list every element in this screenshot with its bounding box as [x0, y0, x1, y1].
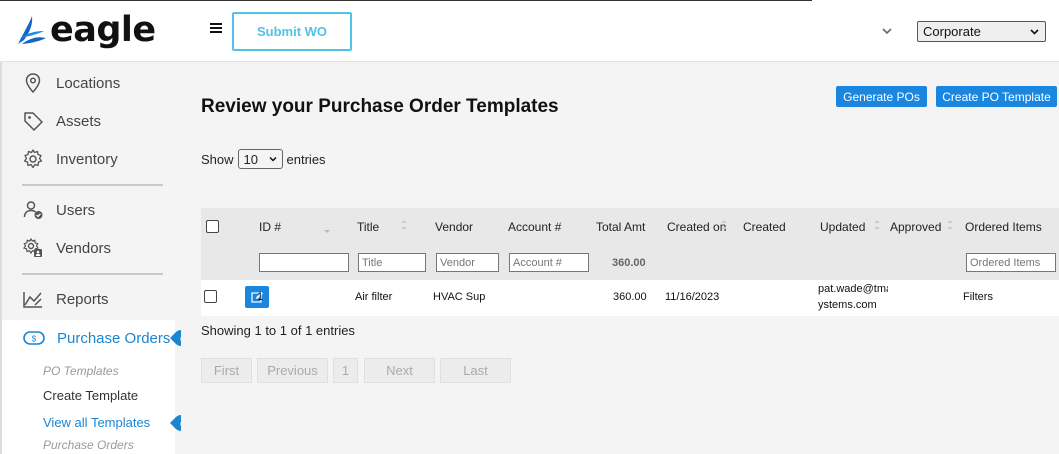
column-header-approved[interactable]: Approved [890, 220, 941, 234]
submenu-view-all-templates[interactable]: View all Templates [43, 415, 150, 430]
cell-title: Air filter [355, 291, 393, 303]
title-filter-input[interactable] [358, 253, 426, 272]
user-check-icon [23, 201, 43, 219]
column-header-account[interactable]: Account # [508, 220, 561, 234]
row-checkbox[interactable] [204, 290, 217, 303]
submenu-category-po-templates: PO Templates [43, 364, 119, 378]
sidebar-item-label: Locations [56, 74, 121, 92]
column-header-vendor[interactable]: Vendor [435, 220, 473, 234]
sidebar-item-label: Purchase Orders [57, 329, 171, 347]
sidebar-item-label: Assets [56, 112, 102, 130]
sidebar: Locations Assets Inventory Users Vendors… [0, 62, 190, 454]
total-amt-filter-value: 360.00 [612, 257, 646, 269]
column-header-updated[interactable]: Updated [820, 220, 865, 234]
column-header-title[interactable]: Title [357, 220, 379, 234]
sidebar-item-label: Reports [56, 290, 109, 308]
sidebar-item-vendors[interactable]: Vendors [22, 236, 111, 260]
create-po-template-button[interactable]: Create PO Template [936, 86, 1057, 107]
sidebar-item-label: Users [56, 201, 96, 219]
table-info: Showing 1 to 1 of 1 entries [201, 323, 355, 338]
table-row: 1 Air filter HVAC Sup 360.00 11/16/2023 … [201, 280, 1059, 316]
show-label: Show [201, 151, 234, 167]
select-caret-icon [269, 156, 277, 162]
cell-total-amt: 360.00 [613, 291, 647, 303]
location-pin-icon [25, 73, 41, 94]
submit-wo-button[interactable]: Submit WO [232, 12, 352, 51]
hamburger-menu-icon[interactable] [210, 23, 222, 37]
page-length-select[interactable]: 10 [237, 149, 283, 169]
sidebar-item-label: Vendors [56, 239, 112, 257]
app-logo[interactable]: eagle [16, 10, 156, 50]
column-header-id[interactable]: ID # [259, 220, 281, 234]
account-filter-input[interactable] [509, 253, 589, 272]
main-content: Generate POs Create PO Template Review y… [181, 62, 1059, 454]
organization-select[interactable]: Corporate [917, 21, 1046, 42]
sidebar-item-inventory[interactable]: Inventory [22, 147, 118, 171]
column-header-total-amt[interactable]: Total Amt [596, 220, 645, 234]
sidebar-item-reports[interactable]: Reports [22, 287, 109, 311]
ordered-items-filter-input[interactable] [966, 253, 1056, 272]
pagination-last[interactable]: Last [440, 358, 511, 383]
cell-updated-line2: ystems.com [818, 299, 877, 311]
sidebar-divider [22, 273, 163, 275]
sort-both-icon[interactable] [946, 218, 954, 232]
column-header-created-on[interactable]: Created on [667, 220, 726, 234]
sort-both-icon[interactable] [720, 218, 728, 232]
vendor-filter-input[interactable] [436, 253, 499, 272]
submenu-category-purchase-orders: Purchase Orders [43, 438, 134, 452]
submenu-create-template[interactable]: Create Template [43, 388, 138, 403]
pagination-first[interactable]: First [201, 358, 252, 383]
cell-created-on: 11/16/2023 [665, 291, 720, 303]
sort-both-icon[interactable] [400, 218, 408, 232]
sort-both-icon[interactable] [873, 218, 881, 232]
cell-id: 1 [257, 291, 264, 303]
cell-ordered-items: Filters [963, 291, 993, 303]
eagle-wing-icon [18, 16, 46, 44]
column-header-created[interactable]: Created [743, 220, 786, 234]
organization-select-value: Corporate [923, 24, 981, 39]
cell-updated-line1: pat.wade@tmа [818, 283, 888, 295]
tag-icon [24, 112, 43, 131]
select-all-checkbox[interactable] [206, 220, 219, 233]
chevron-down-icon[interactable] [881, 25, 893, 37]
dollar-pill-icon: $ [23, 331, 45, 345]
app-header: eagle Submit WO Corporate [0, 1, 1059, 62]
sidebar-item-purchase-orders[interactable]: $ Purchase Orders [2, 320, 175, 356]
sidebar-item-assets[interactable]: Assets [22, 109, 101, 133]
select-caret-icon [1030, 29, 1039, 35]
entries-label: entries [286, 151, 326, 167]
purchase-orders-submenu: PO Templates Create Template View all Te… [2, 356, 175, 454]
sidebar-item-locations[interactable]: Locations [22, 71, 120, 95]
svg-text:$: $ [32, 335, 37, 344]
cell-vendor: HVAC Sup [433, 291, 486, 303]
page-length-value: 10 [243, 151, 258, 167]
logo-text: eagle [50, 10, 156, 50]
pagination-next[interactable]: Next [364, 358, 435, 383]
page-title: Review your Purchase Order Templates [201, 96, 559, 117]
page-length-control: Show 10 entries [201, 149, 326, 169]
generate-pos-button[interactable]: Generate POs [836, 86, 927, 107]
sidebar-item-users[interactable]: Users [22, 198, 95, 222]
id-filter-input[interactable] [259, 253, 349, 272]
sort-desc-icon[interactable] [323, 222, 331, 236]
gear-icon [23, 149, 43, 169]
sidebar-item-label: Inventory [56, 150, 118, 168]
sidebar-divider [22, 184, 163, 186]
pagination-page-1[interactable]: 1 [333, 358, 358, 383]
trend-chart-icon [23, 292, 42, 308]
pagination-previous[interactable]: Previous [257, 358, 328, 383]
column-header-ordered-items[interactable]: Ordered Items [965, 220, 1042, 234]
vendor-gear-icon [23, 237, 42, 257]
